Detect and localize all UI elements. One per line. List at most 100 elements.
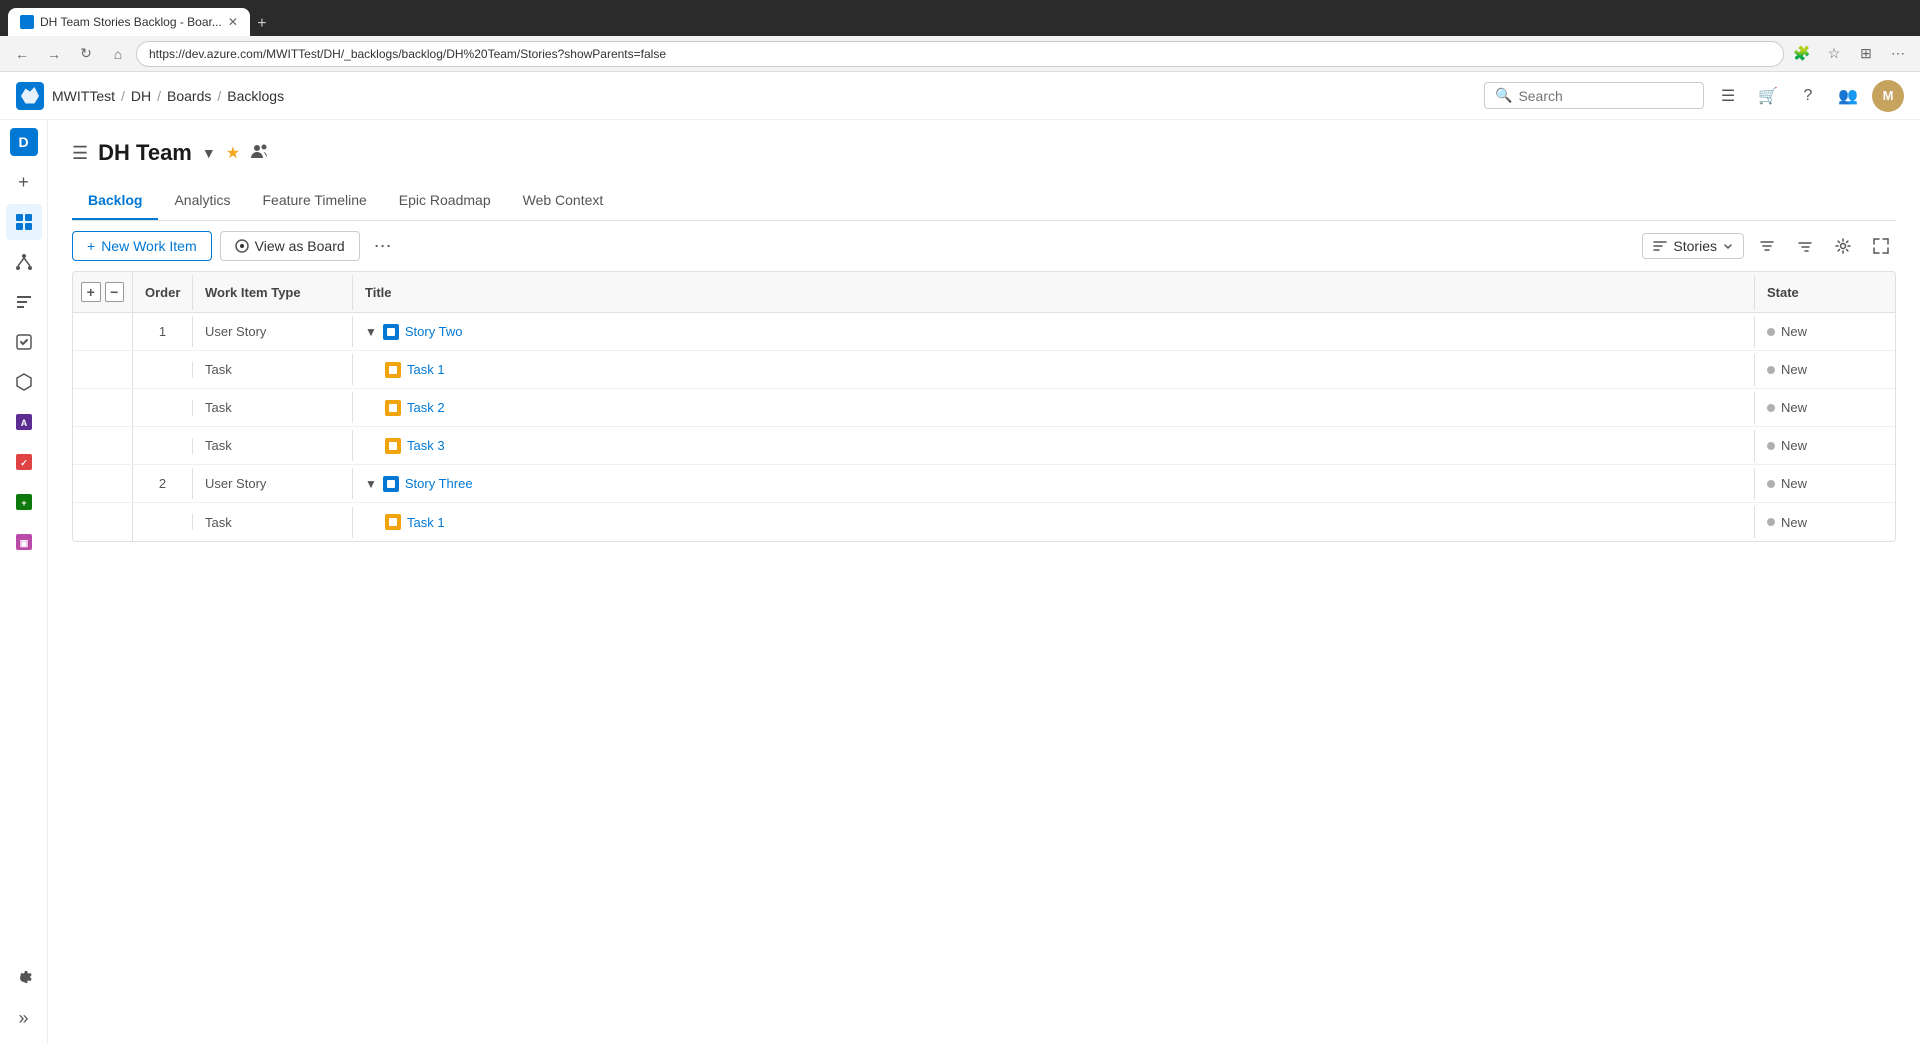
- board-view-icon: [235, 239, 249, 253]
- collections-button[interactable]: ⊞: [1852, 40, 1880, 68]
- tab-backlog[interactable]: Backlog: [72, 182, 158, 220]
- top-bar-search: 🔍 ☰ 🛒 ? 👥 M: [1484, 80, 1904, 112]
- task2-title[interactable]: Task 2: [407, 400, 445, 415]
- stories-selector[interactable]: Stories: [1642, 233, 1744, 259]
- collapse-arrow-2[interactable]: ▼: [365, 477, 377, 491]
- favorites-button[interactable]: ☆: [1820, 40, 1848, 68]
- sidebar-item-pipelines[interactable]: [6, 284, 42, 320]
- breadcrumb-backlogs[interactable]: Backlogs: [227, 88, 284, 104]
- story-two-title[interactable]: Story Two: [405, 324, 463, 339]
- row-type-1-1: Task: [193, 354, 353, 385]
- story-three-title[interactable]: Story Three: [405, 476, 473, 491]
- browser-nav: ← → ↻ ⌂ 🧩 ☆ ⊞ ⋯: [0, 36, 1920, 72]
- row-state-2: New: [1755, 468, 1895, 499]
- main-content: ☰ DH Team ▼ ★ Backlog Analytics Featur: [48, 120, 1920, 1044]
- tab-analytics[interactable]: Analytics: [158, 182, 246, 220]
- table-row: Task Task 3 New: [73, 427, 1895, 465]
- svg-text:✓: ✓: [20, 458, 28, 468]
- row-expand-2: [73, 465, 133, 502]
- settings-button[interactable]: [1828, 231, 1858, 261]
- refresh-button[interactable]: ↻: [72, 40, 100, 68]
- sidebar: D +: [0, 120, 48, 1044]
- search-box[interactable]: 🔍: [1484, 82, 1704, 109]
- new-work-item-button[interactable]: + New Work Item: [72, 231, 212, 261]
- row-order-1: 1: [133, 316, 193, 347]
- favorite-star-icon[interactable]: ★: [226, 143, 240, 163]
- state-dot-1-1: [1767, 366, 1775, 374]
- sidebar-item-ext2[interactable]: ✓: [6, 444, 42, 480]
- svg-text:A: A: [20, 418, 27, 428]
- user-story-icon-1: [383, 324, 399, 340]
- search-input[interactable]: [1518, 88, 1693, 104]
- collapse-arrow-1[interactable]: ▼: [365, 325, 377, 339]
- avatar[interactable]: M: [1872, 80, 1904, 112]
- basket-icon[interactable]: 🛒: [1752, 80, 1784, 112]
- ext3-icon: +: [14, 492, 34, 512]
- tab-epic-roadmap[interactable]: Epic Roadmap: [383, 182, 507, 220]
- row-state-1-2: New: [1755, 392, 1895, 423]
- my-work-icon[interactable]: ☰: [1712, 80, 1744, 112]
- row-title-2[interactable]: ▼ Story Three: [353, 468, 1755, 500]
- tab-web-context[interactable]: Web Context: [507, 182, 620, 220]
- th-work-item-type: Work Item Type: [193, 275, 353, 310]
- ext2-icon: ✓: [14, 452, 34, 472]
- expand-all-button[interactable]: +: [81, 282, 101, 302]
- collapse-all-button[interactable]: −: [105, 282, 125, 302]
- testplans-icon: [14, 332, 34, 352]
- more-options-button[interactable]: ⋯: [368, 232, 398, 261]
- row-title-1-1[interactable]: Task 1: [353, 354, 1755, 386]
- sidebar-org-logo[interactable]: D: [10, 128, 38, 156]
- tab-close-button[interactable]: ✕: [228, 15, 238, 29]
- people-settings-icon[interactable]: 👥: [1832, 80, 1864, 112]
- back-button[interactable]: ←: [8, 40, 36, 68]
- ext1-icon: A: [14, 412, 34, 432]
- sidebar-item-add[interactable]: +: [6, 164, 42, 200]
- row-expand-1-2: [73, 389, 133, 426]
- tab-feature-timeline[interactable]: Feature Timeline: [247, 182, 383, 220]
- team-members-icon[interactable]: [250, 141, 270, 166]
- view-as-board-button[interactable]: View as Board: [220, 231, 360, 261]
- row-order-2: 2: [133, 468, 193, 499]
- sidebar-item-collapse[interactable]: »: [6, 1000, 42, 1036]
- sidebar-item-repos[interactable]: [6, 244, 42, 280]
- sidebar-item-ext3[interactable]: +: [6, 484, 42, 520]
- sidebar-item-ext1[interactable]: A: [6, 404, 42, 440]
- page-title[interactable]: DH Team: [98, 140, 192, 166]
- breadcrumb-boards[interactable]: Boards: [167, 88, 211, 104]
- row-expand-1-1: [73, 351, 133, 388]
- filter-button[interactable]: [1752, 231, 1782, 261]
- task3-title[interactable]: Task 3: [407, 438, 445, 453]
- title-dropdown-button[interactable]: ▼: [202, 145, 216, 161]
- sidebar-item-testplans[interactable]: [6, 324, 42, 360]
- boards-icon: [14, 212, 34, 232]
- row-title-1-3[interactable]: Task 3: [353, 430, 1755, 462]
- sort-button[interactable]: [1790, 231, 1820, 261]
- table-row: 1 User Story ▼ Story Two New: [73, 313, 1895, 351]
- forward-button[interactable]: →: [40, 40, 68, 68]
- story3-task1-title[interactable]: Task 1: [407, 515, 445, 530]
- hamburger-menu[interactable]: ☰: [72, 143, 88, 164]
- new-tab-button[interactable]: +: [250, 12, 274, 36]
- fullscreen-button[interactable]: [1866, 231, 1896, 261]
- browser-tab-active[interactable]: DH Team Stories Backlog - Boar... ✕: [8, 8, 250, 36]
- sidebar-item-boards[interactable]: [6, 204, 42, 240]
- breadcrumb-mwittest[interactable]: MWITTest: [52, 88, 115, 104]
- breadcrumb-sep-1: /: [121, 88, 125, 104]
- row-title-1[interactable]: ▼ Story Two: [353, 316, 1755, 348]
- sidebar-item-settings[interactable]: [6, 960, 42, 996]
- row-title-1-2[interactable]: Task 2: [353, 392, 1755, 424]
- artifacts-icon: [14, 372, 34, 392]
- task1-title[interactable]: Task 1: [407, 362, 445, 377]
- more-tools-button[interactable]: ⋯: [1884, 40, 1912, 68]
- sidebar-item-artifacts[interactable]: [6, 364, 42, 400]
- extensions-button[interactable]: 🧩: [1788, 40, 1816, 68]
- home-button[interactable]: ⌂: [104, 40, 132, 68]
- task-icon-2-1: [385, 514, 401, 530]
- sidebar-item-ext4[interactable]: ▣: [6, 524, 42, 560]
- breadcrumb-dh[interactable]: DH: [131, 88, 151, 104]
- address-bar[interactable]: [136, 41, 1784, 67]
- row-order-1-1: [133, 362, 193, 378]
- app-logo[interactable]: [16, 82, 44, 110]
- help-icon[interactable]: ?: [1792, 80, 1824, 112]
- row-title-2-1[interactable]: Task 1: [353, 506, 1755, 538]
